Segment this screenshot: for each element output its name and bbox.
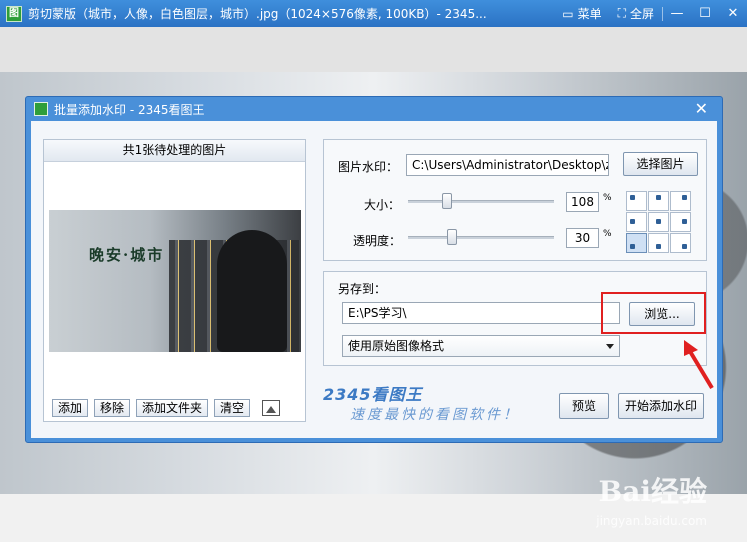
save-path-input[interactable]: E:\PS学习\ [342,302,620,324]
close-window-button[interactable]: ✕ [719,6,747,21]
minimize-button[interactable]: — [663,6,691,21]
annotation-arrow-icon [684,340,714,390]
dialog-title: 批量添加水印 - 2345看图王 [54,102,205,117]
browse-highlight-box [601,292,706,334]
app-title: 剪切蒙版（城市，人像，白色图层，城市）.jpg（1024×576像素, 100K… [28,7,487,21]
size-label: 大小： [364,198,401,212]
position-top-center[interactable] [648,191,669,211]
watermark-image-path-input[interactable]: C:\Users\Administrator\Desktop\z [406,154,609,176]
start-watermark-button[interactable]: 开始添加水印 [618,393,704,419]
watermark-settings-group: 图片水印： C:\Users\Administrator\Desktop\z 选… [323,139,707,261]
add-folder-button[interactable]: 添加文件夹 [136,399,209,417]
titlebar-controls: ▭ 菜单 ⛶ 全屏 — ☐ ✕ [554,0,747,27]
choose-image-button[interactable]: 选择图片 [623,152,698,176]
opacity-label: 透明度： [353,234,402,248]
position-bottom-left[interactable] [626,233,647,253]
thumbnail-caption: 晚安·城市 [89,246,165,264]
maximize-button[interactable]: ☐ [691,6,719,21]
brand-logo: 2345看图王 [323,385,423,404]
opacity-unit: % [603,229,612,239]
menu-label: 菜单 [577,7,602,21]
size-slider-track[interactable] [408,200,554,203]
position-middle-right[interactable] [670,212,691,232]
opacity-slider-handle[interactable] [446,229,457,245]
add-image-button[interactable]: 添加 [52,399,89,417]
output-format-select[interactable]: 使用原始图像格式 [342,335,620,357]
dropdown-arrow-icon [606,344,614,349]
brand-slogan: 速度最快的看图软件！ [350,407,520,423]
menu-button[interactable]: ▭ 菜单 [554,5,609,22]
fullscreen-icon: ⛶ [617,6,626,20]
pending-images-toolbar: 添加 移除 添加文件夹 清空 [44,395,305,421]
fullscreen-label: 全屏 [629,7,654,21]
image-view-icon[interactable] [262,400,281,416]
fullscreen-button[interactable]: ⛶ 全屏 [610,5,662,22]
image-thumbnail[interactable]: 晚安·城市 [49,210,301,352]
size-unit: % [603,193,612,203]
position-middle-left[interactable] [626,212,647,232]
pending-images-header: 共1张待处理的图片 [44,140,305,162]
dialog-app-icon [34,102,48,116]
watermark-position-grid [626,191,692,255]
baidu-watermark: Bai经验 [598,475,707,508]
position-top-right[interactable] [670,191,691,211]
clear-list-button[interactable]: 清空 [214,399,251,417]
position-bottom-right[interactable] [670,233,691,253]
output-format-value: 使用原始图像格式 [348,339,445,353]
position-top-left[interactable] [626,191,647,211]
position-bottom-center[interactable] [648,233,669,253]
thumbnail-person-silhouette [217,230,287,352]
opacity-value-input[interactable]: 30 [566,228,599,248]
position-center[interactable] [648,212,669,232]
opacity-slider-track[interactable] [408,236,554,239]
pending-images-panel: 共1张待处理的图片 晚安·城市 添加 移除 添加文件夹 清空 [43,139,306,422]
size-slider-handle[interactable] [442,193,453,209]
preview-button[interactable]: 预览 [559,393,609,419]
baidu-url-watermark: jingyan.baidu.com [596,514,707,528]
remove-image-button[interactable]: 移除 [94,399,131,417]
size-value-input[interactable]: 108 [566,192,599,212]
save-to-label: 另存到： [338,282,387,296]
app-titlebar: 图 剪切蒙版（城市，人像，白色图层，城市）.jpg（1024×576像素, 10… [0,0,747,27]
dialog-close-button[interactable]: ✕ [695,99,708,118]
menu-icon: ▭ [562,6,574,21]
app-logo-icon: 图 [6,5,22,22]
dialog-titlebar: 批量添加水印 - 2345看图王 [26,97,722,121]
image-watermark-label: 图片水印： [338,160,399,174]
